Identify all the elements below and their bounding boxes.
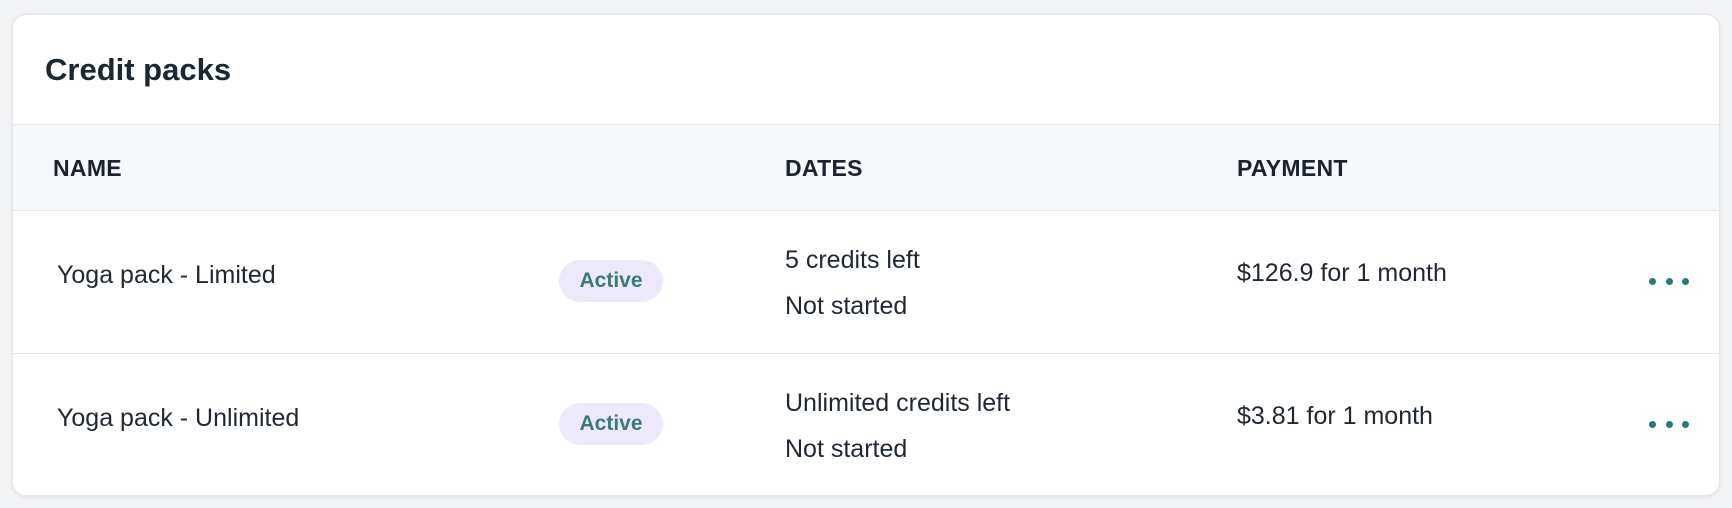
column-header-name: NAME: [53, 155, 122, 181]
more-horizontal-icon: [1665, 420, 1673, 428]
more-horizontal-icon: [1649, 277, 1656, 285]
dates-cell: Unlimited credits left Not started: [785, 380, 1010, 472]
credits-remaining: 5 credits left: [785, 246, 920, 274]
card-header: Credit packs: [13, 15, 1719, 125]
more-actions-button[interactable]: [1647, 263, 1691, 299]
dates-cell: 5 credits left Not started: [785, 237, 920, 329]
status-badge: Active: [559, 260, 663, 302]
table-row: Yoga pack - Limited Active 5 credits lef…: [13, 211, 1719, 353]
start-status: Not started: [785, 435, 908, 463]
start-status: Not started: [785, 292, 908, 320]
more-actions-button[interactable]: [1647, 406, 1691, 442]
status-badge: Active: [559, 403, 663, 445]
table-header-row: NAME DATES PAYMENT: [13, 125, 1719, 211]
column-header-dates: DATES: [785, 155, 863, 181]
table-row: Yoga pack - Unlimited Active Unlimited c…: [13, 353, 1719, 495]
credits-remaining: Unlimited credits left: [785, 389, 1011, 417]
pack-name: Yoga pack - Unlimited: [57, 404, 300, 432]
more-horizontal-icon: [1665, 277, 1673, 285]
more-horizontal-icon: [1682, 277, 1689, 285]
pack-name: Yoga pack - Limited: [57, 261, 276, 289]
payment-cell: $3.81 for 1 month: [1237, 402, 1433, 430]
credit-packs-card: Credit packs NAME DATES PAYMENT Yoga pac…: [12, 14, 1720, 496]
more-horizontal-icon: [1682, 420, 1689, 428]
column-header-payment: PAYMENT: [1237, 155, 1348, 181]
more-horizontal-icon: [1649, 420, 1656, 428]
payment-cell: $126.9 for 1 month: [1237, 259, 1447, 287]
card-title: Credit packs: [45, 51, 232, 87]
